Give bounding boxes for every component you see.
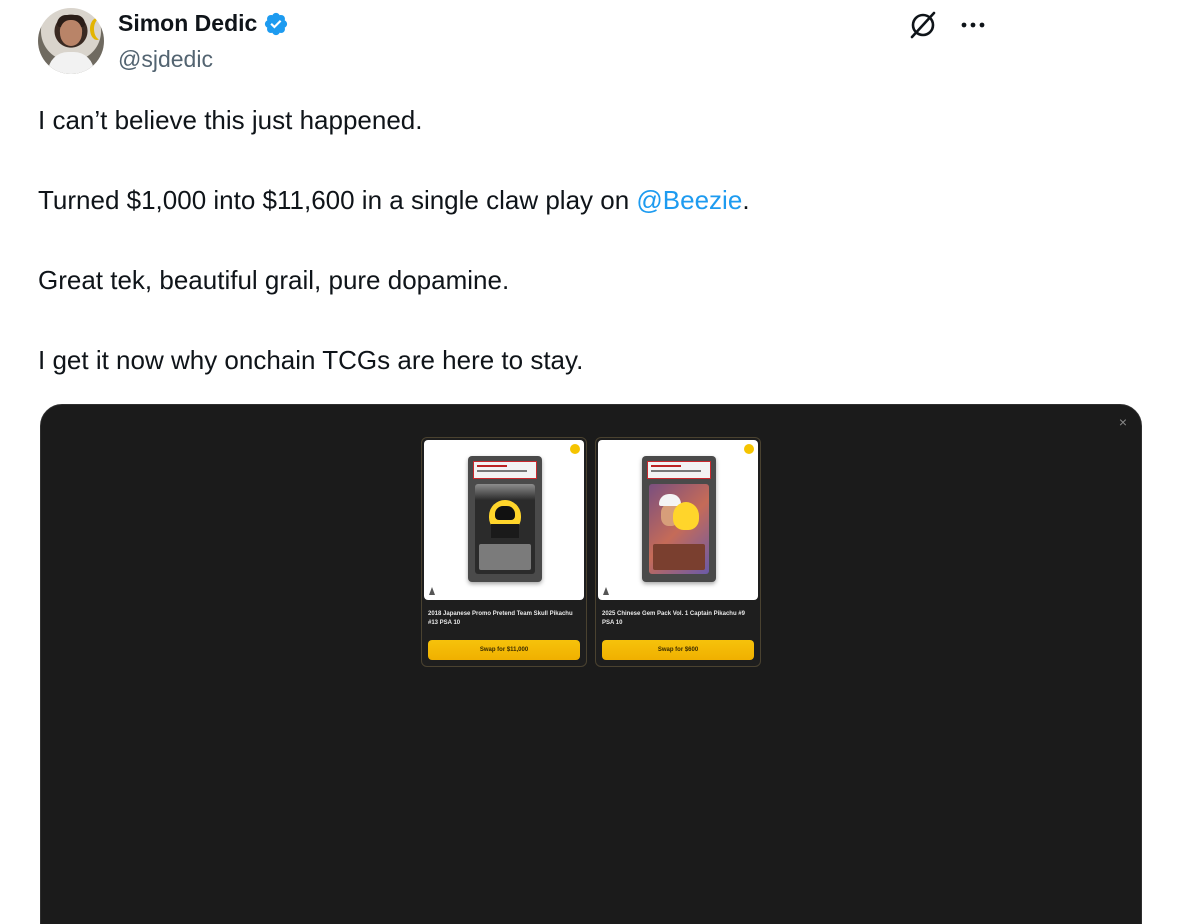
- outfit-shape: [491, 524, 519, 538]
- graded-slab: [642, 456, 716, 582]
- more-icon[interactable]: [960, 20, 986, 30]
- card-title: 2018 Japanese Promo Pretend Team Skull P…: [428, 611, 573, 626]
- pokemon-card-image: [475, 484, 535, 574]
- card-text-box: [479, 544, 531, 570]
- tweet-text: I can’t believe this just happened. Turn…: [38, 100, 1158, 380]
- slab-label: [473, 461, 537, 479]
- close-icon[interactable]: ×: [1119, 415, 1127, 429]
- graded-slab: [468, 456, 542, 582]
- tweet-line-text: Turned $1,000 into $11,600 in a single c…: [38, 185, 637, 215]
- swap-button[interactable]: Swap for $600: [602, 640, 754, 660]
- tweet: Simon Dedic @sjdedic I can’t believe thi…: [0, 0, 1200, 924]
- slab-label: [647, 461, 711, 479]
- card[interactable]: 2018 Japanese Promo Pretend Team Skull P…: [421, 437, 587, 667]
- author-name-row[interactable]: Simon Dedic: [118, 10, 289, 37]
- card-text-box: [653, 544, 705, 570]
- verified-badge-icon: [263, 11, 289, 37]
- avatar-face: [60, 20, 82, 46]
- author-name[interactable]: Simon Dedic: [118, 10, 257, 37]
- grok-icon[interactable]: [908, 10, 938, 40]
- logo-icon: [603, 587, 609, 595]
- tweet-actions-top: [908, 10, 986, 40]
- check-icon: [570, 444, 580, 454]
- card[interactable]: 2025 Chinese Gem Pack Vol. 1 Captain Pik…: [595, 437, 761, 667]
- tweet-line: Turned $1,000 into $11,600 in a single c…: [38, 180, 1158, 220]
- author-handle[interactable]: @sjdedic: [118, 46, 213, 73]
- pikachu-shape: [673, 502, 699, 530]
- tweet-line: I can’t believe this just happened.: [38, 105, 423, 135]
- tweet-line: Great tek, beautiful grail, pure dopamin…: [38, 265, 510, 295]
- avatar[interactable]: [38, 8, 104, 74]
- mention-link[interactable]: @Beezie: [636, 185, 742, 215]
- swap-button[interactable]: Swap for $11,000: [428, 640, 580, 660]
- card-image: [598, 440, 758, 600]
- card-title: 2025 Chinese Gem Pack Vol. 1 Captain Pik…: [602, 611, 745, 626]
- skull-mask-shape: [495, 506, 515, 520]
- pokemon-card-image: [649, 484, 709, 574]
- check-icon: [744, 444, 754, 454]
- avatar-moon-icon: [94, 18, 104, 40]
- card-image: [424, 440, 584, 600]
- tweet-line: I get it now why onchain TCGs are here t…: [38, 345, 584, 375]
- avatar-shirt: [48, 52, 94, 74]
- tweet-line-text: .: [742, 185, 750, 215]
- logo-icon: [429, 587, 435, 595]
- tweet-media[interactable]: × 2018 Japanese Promo Pretend Team Skull…: [40, 404, 1142, 924]
